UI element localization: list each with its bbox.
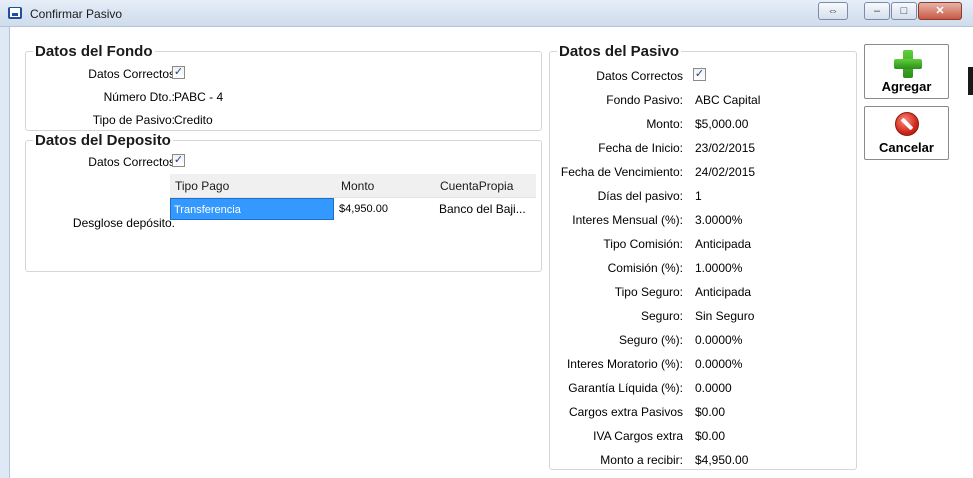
title-bar: Confirmar Pasivo ⇔ – □ ✕ [0,0,973,27]
field-value: Anticipada [695,237,752,251]
field-value: 0.0000 [695,381,732,395]
field-label: Fecha de Inicio: [598,141,683,155]
field-value: Sin Seguro [695,309,755,323]
col-monto[interactable]: Monto [341,179,374,193]
field-label: Monto a recibir: [600,453,683,467]
cancel-icon [895,112,919,136]
field-label: Seguro: [640,309,683,323]
fondo-title: Datos del Fondo [33,43,155,60]
pasivo-datos-correctos-checkbox[interactable]: ✓ [693,68,706,81]
field-label: Fondo Pasivo: [606,93,683,107]
restore-size-button[interactable]: ⇔ [818,2,848,20]
field-value: $4,950.00 [695,453,749,467]
agregar-button[interactable]: Agregar [864,44,949,99]
pasivo-group: Datos del Pasivo Datos Correctos ✓ Fondo… [549,44,857,470]
close-button[interactable]: ✕ [918,2,962,20]
cell-monto[interactable]: $4,950.00 [339,198,388,220]
field-label: Seguro (%): [618,333,683,347]
grid-header: Tipo Pago Monto CuentaPropia [170,174,536,198]
fondo-group: Datos del Fondo Datos Correctos ✓ Número… [25,44,542,131]
field-label: Días del pasivo: [597,189,683,203]
field-value: 0.0000% [695,357,743,371]
deposito-title: Datos del Deposito [33,132,173,149]
field-label: Interes Moratorio (%): [566,357,683,371]
field-value: 24/02/2015 [695,165,756,179]
field-value: 3.0000% [695,213,743,227]
pasivo-datos-correctos-label: Datos Correctos [596,69,683,83]
cancelar-button-label: Cancelar [879,140,934,155]
minimize-button[interactable]: – [864,2,890,20]
deposito-datos-correctos-checkbox[interactable]: ✓ [172,154,185,167]
field-label: Comisión (%): [607,261,683,275]
field-value: $5,000.00 [695,117,749,131]
deposito-datos-correctos-label: Datos Correctos [88,155,175,169]
field-value: ABC Capital [695,93,761,107]
field-label: Garantía Líquida (%): [568,381,683,395]
col-cuenta-propia[interactable]: CuentaPropia [440,179,513,193]
field-label: Fecha de Vencimiento: [560,165,683,179]
tipo-pasivo-value: Credito [174,113,213,127]
agregar-button-label: Agregar [881,79,932,94]
field-value: 23/02/2015 [695,141,756,155]
field-label: Cargos extra Pasivos [568,405,683,419]
scrollbar[interactable] [968,67,973,95]
dialog-body: Datos del Fondo Datos Correctos ✓ Número… [9,27,973,478]
fondo-datos-correctos-label: Datos Correctos [88,67,175,81]
field-value: 1.0000% [695,261,743,275]
tipo-pasivo-label: Tipo de Pasivo: [92,113,175,127]
field-value: 0.0000% [695,333,743,347]
deposit-breakdown-grid[interactable]: Tipo Pago Monto CuentaPropia Transferenc… [170,174,536,220]
fondo-datos-correctos-checkbox[interactable]: ✓ [172,66,185,79]
window-title: Confirmar Pasivo [30,7,123,21]
plus-icon [894,50,922,78]
table-row[interactable]: Transferencia $4,950.00 Banco del Baji..… [170,198,536,220]
pasivo-title: Datos del Pasivo [557,43,682,60]
maximize-button[interactable]: □ [891,2,917,20]
field-value: $0.00 [695,405,726,419]
field-value: Anticipada [695,285,752,299]
field-label: Interes Mensual (%): [572,213,683,227]
field-label: Tipo Comisión: [603,237,683,251]
numero-dto-value: PABC - 4 [174,90,224,104]
field-value: 1 [695,189,702,203]
cell-tipo-pago[interactable]: Transferencia [170,198,334,220]
field-value: $0.00 [695,429,726,443]
numero-dto-label: Número Dto.: [103,90,175,104]
cancelar-button[interactable]: Cancelar [864,106,949,160]
field-label: Monto: [646,117,683,131]
field-label: IVA Cargos extra [593,429,683,443]
field-label: Tipo Seguro: [614,285,683,299]
app-window-icon [8,7,22,19]
cell-cuenta[interactable]: Banco del Baji... [439,198,526,220]
col-tipo-pago[interactable]: Tipo Pago [175,179,229,193]
desglose-deposito-label: Desglose depósito. [72,216,175,230]
